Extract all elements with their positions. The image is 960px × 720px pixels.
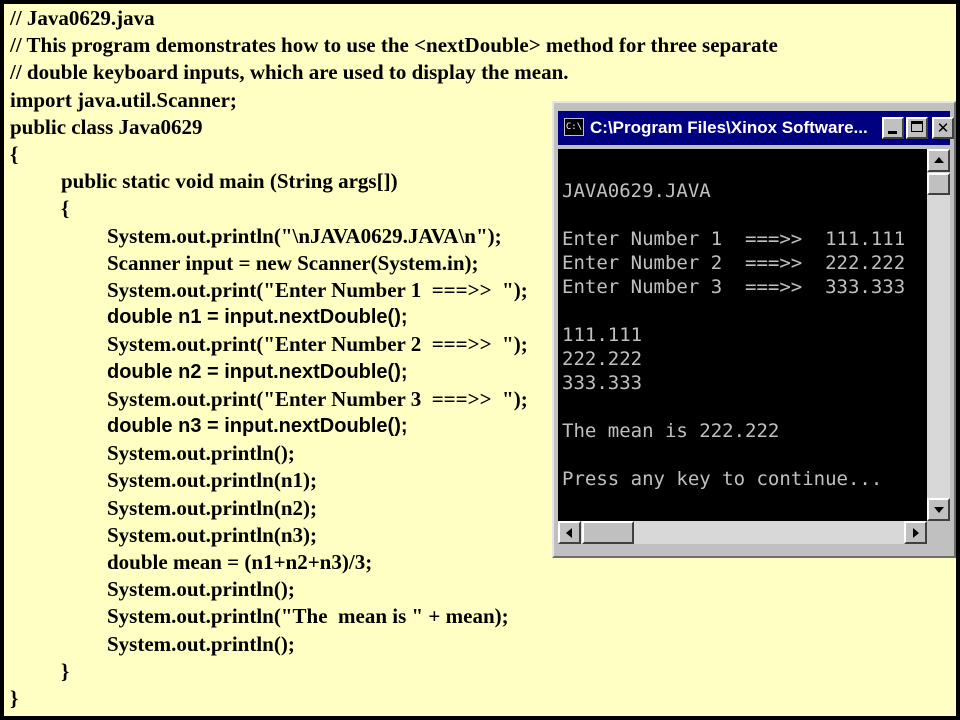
code-line: System.out.print("Enter Number 1 ===>> "…	[107, 278, 528, 302]
console-line: 111.111	[562, 324, 643, 346]
console-line: Enter Number 1 ===>> 111.111	[562, 228, 906, 250]
close-button[interactable]: ✕	[932, 117, 954, 139]
code-line: // double keyboard inputs, which are use…	[10, 60, 569, 85]
code-line: System.out.println(n3);	[107, 522, 318, 547]
arrow-down-icon	[934, 507, 944, 513]
scroll-down-button[interactable]	[927, 498, 950, 521]
code-line: }	[61, 658, 70, 683]
code-line: public class Java0629	[10, 114, 203, 139]
arrow-left-icon	[566, 528, 572, 538]
code-line: System.out.println(n2);	[107, 495, 318, 520]
console-line: JAVA0629.JAVA	[562, 180, 711, 202]
maximize-icon	[911, 121, 923, 132]
highlighted-code-line: double n1 = input.nextDouble();	[107, 306, 408, 329]
console-line: Enter Number 2 ===>> 222.222	[562, 252, 906, 274]
console-app-icon[interactable]: C:\	[564, 118, 584, 136]
scroll-left-button[interactable]	[558, 521, 581, 544]
console-line: 333.333	[562, 372, 643, 394]
horizontal-scroll-thumb[interactable]	[582, 521, 634, 544]
highlighted-code-line: double n3 = input.nextDouble();	[107, 415, 408, 437]
code-line: System.out.println(n1);	[107, 468, 318, 493]
vertical-scroll-thumb[interactable]	[927, 173, 950, 195]
console-line: Press any key to continue...	[562, 468, 883, 490]
minimize-icon	[888, 131, 897, 134]
console-window-title: C:\Program Files\Xinox Software...	[590, 118, 868, 137]
code-line: {	[61, 196, 70, 221]
scroll-right-button[interactable]	[904, 521, 927, 544]
code-line: double mean = (n1+n2+n3)/3;	[107, 550, 373, 574]
code-line: System.out.println("\nJAVA0629.JAVA\n");	[107, 223, 502, 248]
arrow-right-icon	[913, 528, 919, 538]
close-icon: ✕	[936, 119, 950, 137]
console-line: The mean is 222.222	[562, 420, 780, 442]
minimize-button[interactable]	[882, 117, 904, 139]
code-line: Scanner input = new Scanner(System.in);	[107, 250, 479, 275]
console-line: Enter Number 3 ===>> 333.333	[562, 276, 906, 298]
vertical-scrollbar[interactable]	[927, 149, 950, 521]
code-line: import java.util.Scanner;	[10, 87, 237, 112]
code-line: System.out.println();	[107, 577, 295, 602]
code-line: System.out.println();	[107, 631, 295, 656]
scroll-up-button[interactable]	[927, 149, 950, 172]
code-line: // Java0629.java	[10, 6, 155, 30]
code-line: public static void main (String args[])	[61, 169, 398, 194]
code-line: System.out.print("Enter Number 2 ===>> "…	[107, 332, 528, 357]
code-line: System.out.println();	[107, 441, 295, 466]
highlighted-code-line: double n2 = input.nextDouble();	[107, 360, 408, 383]
code-line: }	[10, 686, 19, 710]
maximize-button[interactable]	[906, 117, 928, 139]
code-line: System.out.println("The mean is " + mean…	[107, 604, 509, 629]
code-line: {	[10, 142, 19, 166]
console-title-bar[interactable]: C:\ C:\Program Files\Xinox Software... ✕	[558, 111, 954, 145]
horizontal-scrollbar[interactable]	[558, 521, 927, 544]
console-output[interactable]: JAVA0629.JAVA Enter Number 1 ===>> 111.11…	[558, 149, 927, 521]
console-window[interactable]: C:\ C:\Program Files\Xinox Software... ✕…	[552, 101, 956, 558]
code-line: // This program demonstrates how to use …	[10, 33, 778, 58]
arrow-up-icon	[934, 157, 944, 163]
console-line: 222.222	[562, 348, 643, 370]
scrollbar-corner	[927, 521, 950, 544]
code-line: System.out.print("Enter Number 3 ===>> "…	[107, 386, 528, 411]
